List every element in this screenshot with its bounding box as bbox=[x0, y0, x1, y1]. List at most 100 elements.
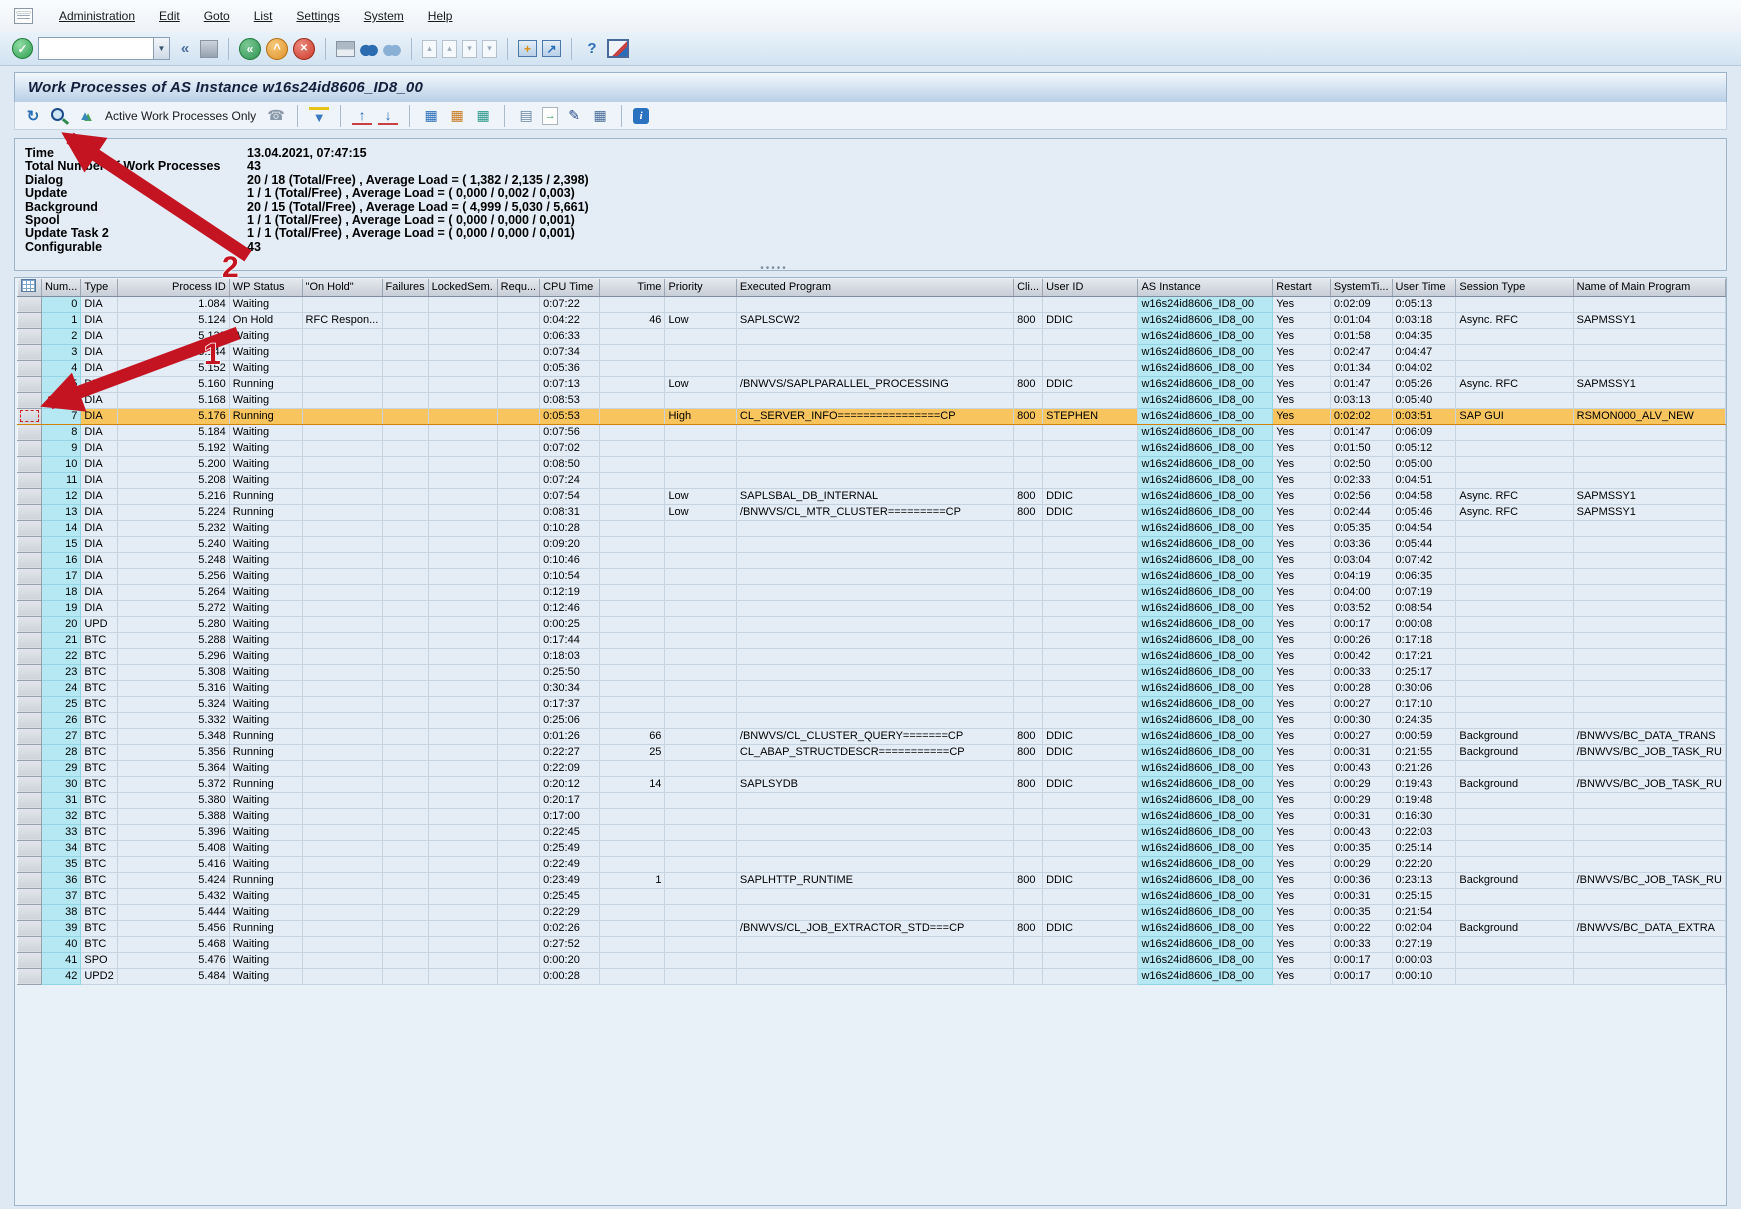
row-selector[interactable] bbox=[18, 728, 42, 744]
refresh-icon[interactable]: ↻ bbox=[23, 106, 43, 126]
column-header-onhold[interactable]: "On Hold" bbox=[302, 279, 382, 296]
column-header-client[interactable]: Cli... bbox=[1014, 279, 1043, 296]
menu-edit[interactable]: Edit bbox=[159, 9, 180, 23]
row-selector[interactable] bbox=[18, 568, 42, 584]
clock-icon[interactable]: ▤ bbox=[516, 106, 536, 126]
row-selector[interactable] bbox=[18, 888, 42, 904]
row-selector[interactable] bbox=[18, 744, 42, 760]
find-next-icon[interactable] bbox=[383, 40, 401, 58]
choose-detail-icon[interactable] bbox=[49, 106, 69, 126]
row-selector[interactable] bbox=[18, 968, 42, 984]
row-selector[interactable] bbox=[18, 488, 42, 504]
column-header-status[interactable]: WP Status bbox=[229, 279, 302, 296]
row-selector[interactable] bbox=[18, 856, 42, 872]
row-selector[interactable] bbox=[18, 712, 42, 728]
column-header-priority[interactable]: Priority bbox=[665, 279, 736, 296]
column-header-requ[interactable]: Requ... bbox=[497, 279, 539, 296]
menu-list[interactable]: List bbox=[254, 9, 273, 23]
row-selector[interactable] bbox=[18, 424, 42, 440]
row-selector[interactable] bbox=[18, 328, 42, 344]
column-header-user[interactable]: User ID bbox=[1043, 279, 1138, 296]
row-selector[interactable] bbox=[18, 600, 42, 616]
column-header-lockedsem[interactable]: LockedSem. bbox=[428, 279, 497, 296]
row-selector[interactable] bbox=[18, 920, 42, 936]
mountain-icon[interactable]: ▲ bbox=[75, 106, 95, 126]
column-header-time[interactable]: Time bbox=[600, 279, 665, 296]
column-header-instance[interactable]: AS Instance bbox=[1138, 279, 1273, 296]
menu-system[interactable]: System bbox=[364, 9, 404, 23]
cancel-icon[interactable]: ✕ bbox=[293, 38, 315, 60]
help-icon[interactable]: ? bbox=[582, 39, 602, 59]
splitter-handle[interactable]: ••••• bbox=[752, 264, 796, 274]
row-selector[interactable] bbox=[18, 552, 42, 568]
column-header-usertime[interactable]: User Time bbox=[1392, 279, 1456, 296]
row-selector[interactable] bbox=[18, 296, 42, 312]
row-selector[interactable] bbox=[18, 952, 42, 968]
column-header-failures[interactable]: Failures bbox=[382, 279, 428, 296]
menu-help[interactable]: Help bbox=[428, 9, 453, 23]
row-selector[interactable] bbox=[18, 408, 42, 424]
row-selector[interactable] bbox=[18, 696, 42, 712]
menu-administration[interactable]: Administration bbox=[59, 9, 135, 23]
row-selector[interactable] bbox=[18, 680, 42, 696]
row-selector[interactable] bbox=[18, 664, 42, 680]
create-shortcut-icon[interactable]: ↗ bbox=[542, 40, 561, 57]
first-page-icon[interactable]: ▴ bbox=[422, 40, 437, 58]
column-header-num[interactable]: Num... bbox=[41, 279, 80, 296]
row-selector[interactable] bbox=[18, 760, 42, 776]
row-selector[interactable] bbox=[18, 312, 42, 328]
row-selector[interactable] bbox=[18, 840, 42, 856]
row-selector[interactable] bbox=[18, 648, 42, 664]
row-selector[interactable] bbox=[18, 776, 42, 792]
menu-settings[interactable]: Settings bbox=[296, 9, 339, 23]
column-header-systime[interactable]: SystemTi... bbox=[1330, 279, 1392, 296]
row-selector[interactable] bbox=[18, 520, 42, 536]
row-selector[interactable] bbox=[18, 536, 42, 552]
column-header-program[interactable]: Executed Program bbox=[736, 279, 1013, 296]
sort-descending-icon[interactable]: ↓ bbox=[378, 107, 398, 125]
row-selector[interactable] bbox=[18, 472, 42, 488]
command-dropdown-icon[interactable]: ▼ bbox=[153, 38, 169, 59]
menu-goto[interactable]: Goto bbox=[204, 9, 230, 23]
collapse-icon[interactable]: « bbox=[175, 39, 195, 59]
exit-icon[interactable]: ^ bbox=[266, 38, 288, 60]
row-selector[interactable] bbox=[18, 872, 42, 888]
column-header-restart[interactable]: Restart bbox=[1273, 279, 1331, 296]
row-selector[interactable] bbox=[18, 824, 42, 840]
info-icon[interactable]: i bbox=[633, 108, 649, 124]
customize-layout-icon[interactable] bbox=[607, 39, 629, 58]
row-selector[interactable] bbox=[18, 616, 42, 632]
row-selector[interactable] bbox=[18, 808, 42, 824]
row-selector[interactable] bbox=[18, 392, 42, 408]
find-icon[interactable] bbox=[360, 40, 378, 58]
row-selector[interactable] bbox=[18, 456, 42, 472]
previous-page-icon[interactable]: ▴ bbox=[442, 40, 457, 58]
last-page-icon[interactable]: ▾ bbox=[482, 40, 497, 58]
row-selector[interactable] bbox=[18, 584, 42, 600]
row-selector[interactable] bbox=[18, 440, 42, 456]
next-page-icon[interactable]: ▾ bbox=[462, 40, 477, 58]
phone-icon[interactable]: ☎ bbox=[266, 106, 286, 126]
print-icon[interactable] bbox=[336, 41, 355, 57]
grid-details-icon[interactable]: ▦ bbox=[421, 106, 441, 126]
column-header-type[interactable]: Type bbox=[81, 279, 117, 296]
export-icon[interactable]: → bbox=[542, 107, 558, 125]
row-selector[interactable] bbox=[18, 360, 42, 376]
column-header-session[interactable]: Session Type bbox=[1456, 279, 1573, 296]
grid-columns-icon[interactable]: ▦ bbox=[447, 106, 467, 126]
system-menu-icon[interactable] bbox=[14, 8, 33, 24]
report-icon[interactable]: ▦ bbox=[590, 106, 610, 126]
row-selector[interactable] bbox=[18, 792, 42, 808]
change-icon[interactable]: ✎ bbox=[564, 106, 584, 126]
save-icon[interactable] bbox=[200, 40, 218, 58]
active-work-processes-label[interactable]: Active Work Processes Only bbox=[105, 109, 256, 123]
select-all-header[interactable] bbox=[18, 279, 42, 296]
command-field[interactable] bbox=[39, 39, 153, 58]
row-selector[interactable] bbox=[18, 904, 42, 920]
enter-icon[interactable]: ✓ bbox=[12, 38, 33, 59]
row-selector[interactable] bbox=[18, 504, 42, 520]
row-selector[interactable] bbox=[18, 376, 42, 392]
sort-ascending-icon[interactable]: ↑ bbox=[352, 107, 372, 125]
column-header-mainprog[interactable]: Name of Main Program bbox=[1573, 279, 1725, 296]
row-selector[interactable] bbox=[18, 344, 42, 360]
